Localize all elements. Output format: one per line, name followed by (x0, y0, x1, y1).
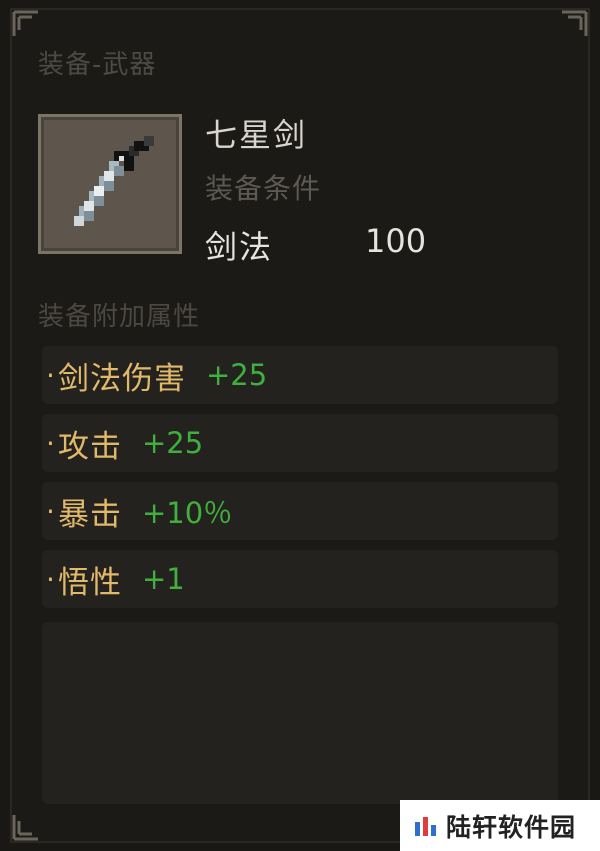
bullet: · (46, 562, 55, 596)
corner-ornament-icon (12, 10, 42, 40)
attribute-row: · 暴击 +10％ (42, 482, 558, 540)
corner-ornament-icon (558, 10, 588, 40)
attribute-value: +25 (206, 358, 268, 392)
item-category: 装备-武器 (38, 50, 157, 80)
attribute-name: 攻击 (58, 428, 122, 465)
bullet: · (46, 426, 55, 460)
item-name: 七星剑 (205, 116, 308, 154)
bonus-section-title: 装备附加属性 (38, 302, 201, 332)
sword-icon (74, 136, 154, 226)
attribute-row: · 剑法伤害 +25 (42, 346, 558, 404)
attribute-name: 悟性 (58, 564, 122, 601)
attribute-list: · 剑法伤害 +25 · 攻击 +25 · 暴击 +10％ · 悟性 +1 (42, 346, 558, 618)
attribute-name: 剑法伤害 (58, 360, 186, 397)
logo-icon (415, 816, 436, 836)
bullet: · (46, 358, 55, 392)
corner-ornament-icon (12, 811, 42, 841)
attribute-value: +10％ (142, 496, 233, 530)
attribute-value: +1 (142, 562, 185, 596)
watermark-text: 陆轩软件园 (446, 812, 577, 842)
bullet: · (46, 494, 55, 528)
description-box (42, 622, 558, 804)
attribute-row: · 攻击 +25 (42, 414, 558, 472)
requirement-value: 100 (365, 222, 427, 260)
watermark: 陆轩软件园 (400, 800, 600, 851)
requirement-skill: 剑法 (205, 228, 274, 266)
attribute-row: · 悟性 +1 (42, 550, 558, 608)
item-icon-slot[interactable] (38, 114, 182, 254)
attribute-name: 暴击 (58, 496, 122, 533)
attribute-value: +25 (142, 426, 204, 460)
requirement-title: 装备条件 (205, 172, 322, 205)
